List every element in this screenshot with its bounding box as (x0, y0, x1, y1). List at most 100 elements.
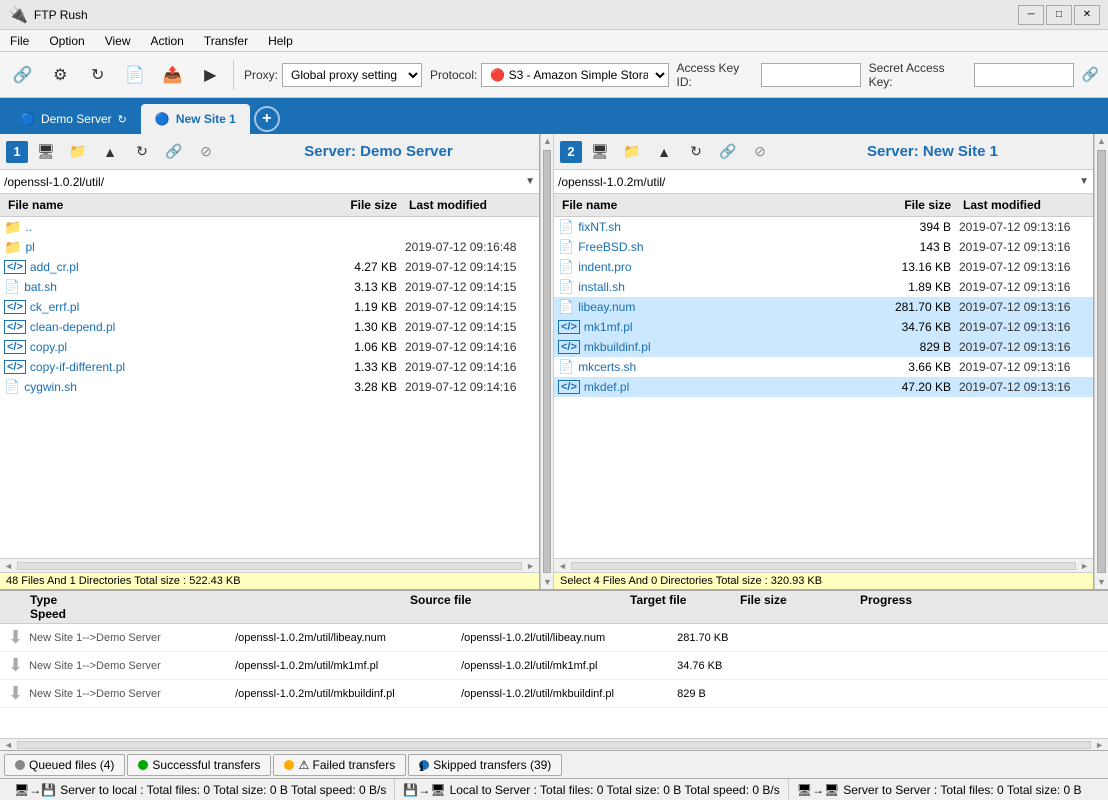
btab-successful[interactable]: Successful transfers (127, 754, 271, 776)
minimize-button[interactable]: ─ (1018, 5, 1044, 25)
statusbar: 🖥→💾 Server to local : Total files: 0 Tot… (0, 778, 1108, 800)
queue-col-target[interactable]: Target file (630, 593, 740, 607)
queue-scrollbar-h[interactable]: ◄ ► (0, 738, 1108, 750)
menu-view[interactable]: View (95, 30, 141, 51)
main: 1 🖥 📁 ▲ ↻ 🔗 ⊘ Server: Demo Server ▼ File… (0, 134, 1108, 800)
menu-transfer[interactable]: Transfer (194, 30, 258, 51)
panel-1-col-name[interactable]: File name (4, 196, 315, 214)
queue-size-text: 829 B (677, 688, 747, 700)
panel-1-vscroll[interactable]: ▲ ▼ (540, 134, 554, 589)
list-item[interactable]: ⬇ New Site 1-->Demo Server /openssl-1.0.… (0, 680, 1108, 708)
new-file-button[interactable]: 📄 (119, 58, 153, 92)
panel-2-scrollbar-h[interactable]: ◄ ► (554, 558, 1093, 572)
file-size-text: 3.66 KB (869, 360, 959, 374)
menu-action[interactable]: Action (141, 30, 194, 51)
proxy-select[interactable]: Global proxy setting (282, 63, 422, 87)
table-row[interactable]: 📄 bat.sh 3.13 KB 2019-07-12 09:14:15 (0, 277, 539, 297)
table-row[interactable]: </> add_cr.pl 4.27 KB 2019-07-12 09:14:1… (0, 257, 539, 277)
file-icon: 📄 (4, 379, 20, 395)
panel-2-path-dropdown[interactable]: ▼ (1079, 176, 1089, 187)
connect-button[interactable]: 🔗 (6, 58, 40, 92)
table-row[interactable]: </> copy.pl 1.06 KB 2019-07-12 09:14:16 (0, 337, 539, 357)
queue-col-size[interactable]: File size (740, 593, 860, 607)
table-row[interactable]: 📁 pl 2019-07-12 09:16:48 (0, 237, 539, 257)
queue-list: ⬇ New Site 1-->Demo Server /openssl-1.0.… (0, 624, 1108, 738)
tab-refresh-1[interactable]: ↻ (118, 113, 127, 126)
list-item[interactable]: ⬇ New Site 1-->Demo Server /openssl-1.0.… (0, 624, 1108, 652)
secret-key-input[interactable] (974, 63, 1074, 87)
btab-queued[interactable]: Queued files (4) (4, 754, 125, 776)
file-name-text: clean-depend.pl (30, 320, 115, 334)
panel2-stop-btn[interactable]: ⊘ (746, 138, 774, 166)
table-row[interactable]: </> clean-depend.pl 1.30 KB 2019-07-12 0… (0, 317, 539, 337)
file-name-text: indent.pro (578, 260, 631, 274)
table-row[interactable]: 📄 fixNT.sh 394 B 2019-07-12 09:13:16 (554, 217, 1093, 237)
tab-icon-1: 🔵 (20, 112, 35, 126)
panel1-up-btn[interactable]: ▲ (96, 138, 124, 166)
table-row[interactable]: 📄 FreeBSD.sh 143 B 2019-07-12 09:13:16 (554, 237, 1093, 257)
panel1-link-btn[interactable]: 🔗 (160, 138, 188, 166)
panel2-up-btn[interactable]: ▲ (650, 138, 678, 166)
btab-failed[interactable]: ⚠ Failed transfers (273, 754, 406, 776)
tab-demo-server[interactable]: 🔵 Demo Server ↻ (6, 104, 141, 134)
script-icon: </> (4, 320, 26, 334)
menu-help[interactable]: Help (258, 30, 303, 51)
queue-col-type[interactable]: Type (30, 593, 410, 607)
table-row[interactable]: </> ck_errf.pl 1.19 KB 2019-07-12 09:14:… (0, 297, 539, 317)
panel-2-path-input[interactable] (558, 175, 1079, 189)
queue-col-source[interactable]: Source file (410, 593, 630, 607)
panel-2-col-name[interactable]: File name (558, 196, 869, 214)
table-row[interactable]: </> mkbuildinf.pl 829 B 2019-07-12 09:13… (554, 337, 1093, 357)
table-row[interactable]: 📄 indent.pro 13.16 KB 2019-07-12 09:13:1… (554, 257, 1093, 277)
settings-button[interactable]: ⚙ (44, 58, 78, 92)
panel1-stop-btn[interactable]: ⊘ (192, 138, 220, 166)
upload-button[interactable]: 📤 (156, 58, 190, 92)
table-row[interactable]: 📄 install.sh 1.89 KB 2019-07-12 09:13:16 (554, 277, 1093, 297)
maximize-button[interactable]: □ (1046, 5, 1072, 25)
close-button[interactable]: ✕ (1074, 5, 1100, 25)
menu-option[interactable]: Option (39, 30, 94, 51)
terminal-button[interactable]: ▶ (194, 58, 228, 92)
panel2-refresh-btn[interactable]: ↻ (682, 138, 710, 166)
refresh-button[interactable]: ↻ (81, 58, 115, 92)
link-icon[interactable]: 🔗 (1078, 63, 1102, 87)
file-size-text: 4.27 KB (315, 260, 405, 274)
table-row[interactable]: 📄 libeay.num 281.70 KB 2019-07-12 09:13:… (554, 297, 1093, 317)
list-item[interactable]: ⬇ New Site 1-->Demo Server /openssl-1.0.… (0, 652, 1108, 680)
add-tab-button[interactable]: + (254, 106, 280, 132)
table-row[interactable]: </> mkdef.pl 47.20 KB 2019-07-12 09:13:1… (554, 377, 1093, 397)
file-name-text: mkbuildinf.pl (584, 340, 651, 354)
status-lts-icon: 💾→🖥 (403, 783, 445, 797)
btab-skipped[interactable]: ℹ Skipped transfers (39) (408, 754, 562, 776)
panel-2-col-size[interactable]: File size (869, 196, 959, 214)
file-name-text: pl (25, 240, 34, 254)
access-key-input[interactable] (761, 63, 861, 87)
protocol-select[interactable]: 🔴 S3 - Amazon Simple Stora (481, 63, 668, 87)
panel1-desktop-btn[interactable]: 🖥 (32, 138, 60, 166)
panel1-refresh-btn[interactable]: ↻ (128, 138, 156, 166)
panel-1-path-dropdown[interactable]: ▼ (525, 176, 535, 187)
panel2-folder-btn[interactable]: 📁 (618, 138, 646, 166)
file-name-text: FreeBSD.sh (578, 240, 643, 254)
panel1-folder-btn[interactable]: 📁 (64, 138, 92, 166)
table-row[interactable]: </> copy-if-different.pl 1.33 KB 2019-07… (0, 357, 539, 377)
table-row[interactable]: 📄 cygwin.sh 3.28 KB 2019-07-12 09:14:16 (0, 377, 539, 397)
panel-1-scrollbar-h[interactable]: ◄ ► (0, 558, 539, 572)
panel-2-col-date[interactable]: Last modified (959, 196, 1089, 214)
file-date-text: 2019-07-12 09:13:16 (959, 300, 1089, 314)
panel-2-vscroll[interactable]: ▲ ▼ (1094, 134, 1108, 589)
table-row[interactable]: 📁 .. (0, 217, 539, 237)
panel-1-path-input[interactable] (4, 175, 525, 189)
queue-header: Type Source file Target file File size P… (0, 591, 1108, 624)
script-icon: </> (4, 260, 26, 274)
panel2-desktop-btn[interactable]: 🖥 (586, 138, 614, 166)
panel-1-col-size[interactable]: File size (315, 196, 405, 214)
panel-1-col-date[interactable]: Last modified (405, 196, 535, 214)
table-row[interactable]: </> mk1mf.pl 34.76 KB 2019-07-12 09:13:1… (554, 317, 1093, 337)
menu-file[interactable]: File (0, 30, 39, 51)
table-row[interactable]: 📄 mkcerts.sh 3.66 KB 2019-07-12 09:13:16 (554, 357, 1093, 377)
panel2-link-btn[interactable]: 🔗 (714, 138, 742, 166)
queue-col-speed[interactable]: Speed (30, 607, 410, 621)
tab-new-site-1[interactable]: 🔵 New Site 1 (141, 104, 250, 134)
queue-col-progress[interactable]: Progress (860, 593, 960, 607)
